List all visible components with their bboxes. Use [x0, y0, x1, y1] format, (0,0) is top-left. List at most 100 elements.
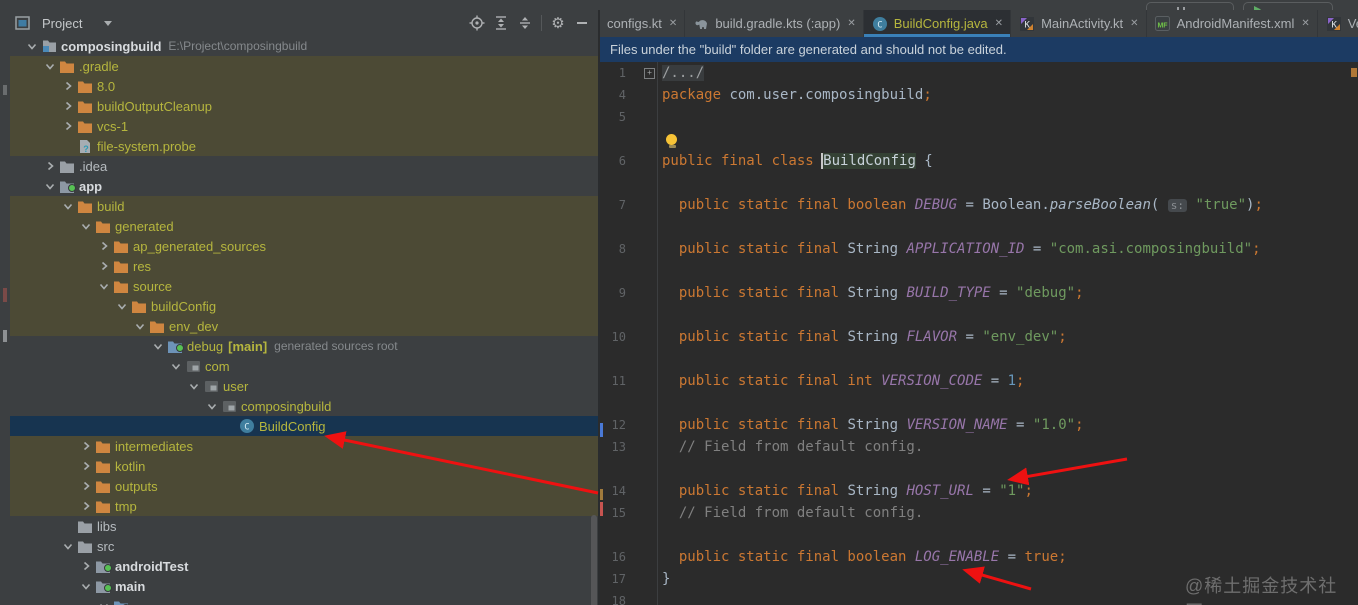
chevron-open-icon[interactable] — [114, 302, 130, 311]
panel-title[interactable]: Project — [42, 16, 82, 31]
chevron-open-icon[interactable] — [78, 222, 94, 231]
chevron-open-icon[interactable] — [60, 542, 76, 551]
fold-expand-icon[interactable]: + — [644, 67, 655, 79]
chevron-closed-icon[interactable] — [78, 461, 94, 471]
tab-build.gradle.kts-app-[interactable]: build.gradle.kts (:app) ✕ — [685, 10, 864, 37]
line-number[interactable]: 16 — [600, 550, 626, 564]
tree-item-src[interactable]: src — [10, 536, 598, 556]
code-editor[interactable]: 1 + /.../ 4 package com.user.composingbuild;… — [600, 62, 1358, 605]
chevron-open-icon[interactable] — [24, 42, 40, 51]
tab-configs.kt[interactable]: configs.kt ✕ — [600, 10, 686, 37]
tree-item-outputs[interactable]: outputs — [10, 476, 598, 496]
code-line-12[interactable]: 12 public static final String VERSION_NA… — [600, 414, 1358, 436]
code-line-9[interactable]: 9 public static final String BUILD_TYPE … — [600, 282, 1358, 304]
tab-BuildConfig.java[interactable]: C BuildConfig.java ✕ — [863, 10, 1012, 37]
tree-item-androidTest[interactable]: androidTest — [10, 556, 598, 576]
tree-item-generated[interactable]: generated — [10, 216, 598, 236]
line-number[interactable]: 7 — [600, 198, 626, 212]
code-line-5[interactable]: 5 — [600, 106, 1358, 128]
line-number[interactable]: 13 — [600, 440, 626, 454]
code-line-14[interactable]: 14 public static final String HOST_URL =… — [600, 480, 1358, 502]
tree-item-buildConfig[interactable]: buildConfig — [10, 296, 598, 316]
line-number[interactable]: 8 — [600, 242, 626, 256]
intention-bulb-icon[interactable] — [666, 134, 678, 149]
chevron-closed-icon[interactable] — [60, 121, 76, 131]
tree-item-file-system.probe[interactable]: ? file-system.probe — [10, 136, 598, 156]
code-line-16[interactable]: 16 public static final boolean LOG_ENABL… — [600, 546, 1358, 568]
code-line-15[interactable]: 15 // Field from default config. — [600, 502, 1358, 524]
tab-Ver[interactable]: K Ver — [1318, 10, 1358, 37]
tree-item-user[interactable]: user — [10, 376, 598, 396]
code-line-1[interactable]: 1 + /.../ — [600, 62, 1358, 84]
settings-icon[interactable]: ⚙ — [546, 12, 570, 34]
chevron-closed-icon[interactable] — [42, 161, 58, 171]
close-icon[interactable]: ✕ — [1301, 18, 1309, 29]
close-icon[interactable]: ✕ — [847, 18, 855, 29]
chevron-open-icon[interactable] — [96, 282, 112, 291]
close-icon[interactable]: ✕ — [1130, 18, 1138, 29]
line-number[interactable]: 9 — [600, 286, 626, 300]
tree-item-tmp[interactable]: tmp — [10, 496, 598, 516]
line-number[interactable]: 18 — [600, 594, 626, 605]
tree-item-composingbuild[interactable]: composingbuild — [10, 396, 598, 416]
line-number[interactable]: 5 — [600, 110, 626, 124]
chevron-closed-icon[interactable] — [60, 81, 76, 91]
chevron-closed-icon[interactable] — [60, 101, 76, 111]
line-number[interactable]: 17 — [600, 572, 626, 586]
chevron-open-icon[interactable] — [42, 62, 58, 71]
hide-icon[interactable] — [570, 12, 594, 34]
tab-AndroidManifest.xml[interactable]: MF AndroidManifest.xml ✕ — [1147, 10, 1318, 37]
chevron-closed-icon[interactable] — [96, 261, 112, 271]
panel-scrollbar[interactable] — [591, 515, 597, 605]
chevron-open-icon[interactable] — [60, 202, 76, 211]
code-line-7[interactable]: 7 public static final boolean DEBUG = Bo… — [600, 194, 1358, 216]
line-number[interactable]: 14 — [600, 484, 626, 498]
tree-item-partial[interactable] — [10, 596, 598, 605]
tree-item-libs[interactable]: libs — [10, 516, 598, 536]
chevron-open-icon[interactable] — [168, 362, 184, 371]
tree-item-BuildConfig[interactable]: C BuildConfig — [10, 416, 598, 436]
tree-item-.idea[interactable]: .idea — [10, 156, 598, 176]
chevron-open-icon[interactable] — [78, 582, 94, 591]
chevron-open-icon[interactable] — [132, 322, 148, 331]
code-line-4[interactable]: 4 package com.user.composingbuild; — [600, 84, 1358, 106]
collapse-all-icon[interactable] — [513, 12, 537, 34]
tree-item-intermediates[interactable]: intermediates — [10, 436, 598, 456]
chevron-down-icon[interactable] — [96, 12, 120, 34]
tree-item-composingbuild[interactable]: composingbuild E:\Project\composingbuild — [10, 36, 598, 56]
code-line-8[interactable]: 8 public static final String APPLICATION… — [600, 238, 1358, 260]
expand-all-icon[interactable] — [489, 12, 513, 34]
code-line-6[interactable]: 6 public final class BuildConfig { — [600, 150, 1358, 172]
tree-item-vcs-1[interactable]: vcs-1 — [10, 116, 598, 136]
tree-item-8.0[interactable]: 8.0 — [10, 76, 598, 96]
locate-icon[interactable] — [465, 12, 489, 34]
tree-item-res[interactable]: res — [10, 256, 598, 276]
tree-item-buildOutputCleanup[interactable]: buildOutputCleanup — [10, 96, 598, 116]
tree-item-com[interactable]: com — [10, 356, 598, 376]
tree-item-app[interactable]: app — [10, 176, 598, 196]
close-icon[interactable]: ✕ — [995, 18, 1003, 29]
line-number[interactable]: 10 — [600, 330, 626, 344]
chevron-open-icon[interactable] — [96, 602, 112, 605]
tree-item-build[interactable]: build — [10, 196, 598, 216]
line-number[interactable]: 15 — [600, 506, 626, 520]
line-number[interactable]: 4 — [600, 88, 626, 102]
chevron-open-icon[interactable] — [42, 182, 58, 191]
code-line-11[interactable]: 11 public static final int VERSION_CODE … — [600, 370, 1358, 392]
tree-item-kotlin[interactable]: kotlin — [10, 456, 598, 476]
chevron-closed-icon[interactable] — [96, 241, 112, 251]
code-line-13[interactable]: 13 // Field from default config. — [600, 436, 1358, 458]
code-line-10[interactable]: 10 public static final String FLAVOR = "… — [600, 326, 1358, 348]
tree-item-ap_generated_sources[interactable]: ap_generated_sources — [10, 236, 598, 256]
tree-item-source[interactable]: source — [10, 276, 598, 296]
chevron-open-icon[interactable] — [150, 342, 166, 351]
chevron-closed-icon[interactable] — [78, 441, 94, 451]
tab-MainActivity.kt[interactable]: K MainActivity.kt ✕ — [1011, 10, 1147, 37]
close-icon[interactable]: ✕ — [669, 18, 677, 29]
tree-item-.gradle[interactable]: .gradle — [10, 56, 598, 76]
line-number[interactable]: 11 — [600, 374, 626, 388]
chevron-open-icon[interactable] — [204, 402, 220, 411]
tree-item-debug[interactable]: debug [main] generated sources root — [10, 336, 598, 356]
tree-item-env_dev[interactable]: env_dev — [10, 316, 598, 336]
chevron-closed-icon[interactable] — [78, 561, 94, 571]
